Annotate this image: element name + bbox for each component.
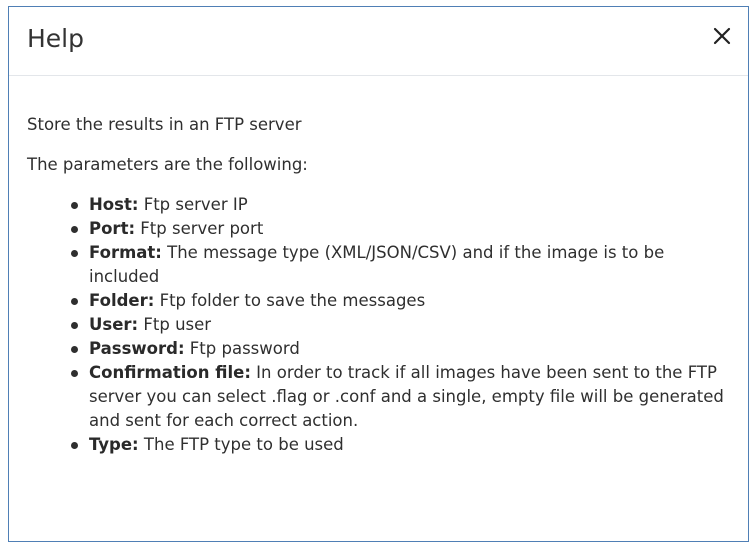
- param-name: Type:: [89, 435, 139, 454]
- dialog-title: Help: [27, 24, 84, 53]
- param-desc: The FTP type to be used: [138, 435, 344, 454]
- param-name: Confirmation file:: [89, 363, 251, 382]
- list-item: Password: Ftp password: [71, 337, 734, 361]
- param-name: Host:: [89, 195, 139, 214]
- list-item: Folder: Ftp folder to save the messages: [71, 289, 734, 313]
- param-list: Host: Ftp server IP Port: Ftp server por…: [27, 193, 734, 457]
- param-name: User:: [89, 315, 139, 334]
- list-item: Type: The FTP type to be used: [71, 433, 734, 457]
- close-icon: [713, 27, 731, 45]
- close-button[interactable]: [709, 23, 735, 49]
- param-desc: Ftp password: [184, 339, 300, 358]
- help-dialog: Help Store the results in an FTP server …: [8, 6, 749, 542]
- param-name: Format:: [89, 243, 162, 262]
- param-name: Port:: [89, 219, 136, 238]
- dialog-body: Store the results in an FTP server The p…: [27, 113, 734, 457]
- param-desc: Ftp server port: [135, 219, 264, 238]
- param-desc: Ftp user: [138, 315, 212, 334]
- list-item: User: Ftp user: [71, 313, 734, 337]
- params-heading: The parameters are the following:: [27, 155, 308, 174]
- param-desc: Ftp server IP: [138, 195, 248, 214]
- param-desc: Ftp folder to save the messages: [154, 291, 426, 310]
- param-name: Password:: [89, 339, 185, 358]
- list-item: Format: The message type (XML/JSON/CSV) …: [71, 241, 734, 289]
- list-item: Host: Ftp server IP: [71, 193, 734, 217]
- intro-text: Store the results in an FTP server: [27, 115, 302, 134]
- param-name: Folder:: [89, 291, 155, 310]
- param-desc: The message type (XML/JSON/CSV) and if t…: [89, 243, 665, 286]
- list-item: Port: Ftp server port: [71, 217, 734, 241]
- list-item: Confirmation file: In order to track if …: [71, 361, 734, 433]
- dialog-header: Help: [9, 7, 748, 76]
